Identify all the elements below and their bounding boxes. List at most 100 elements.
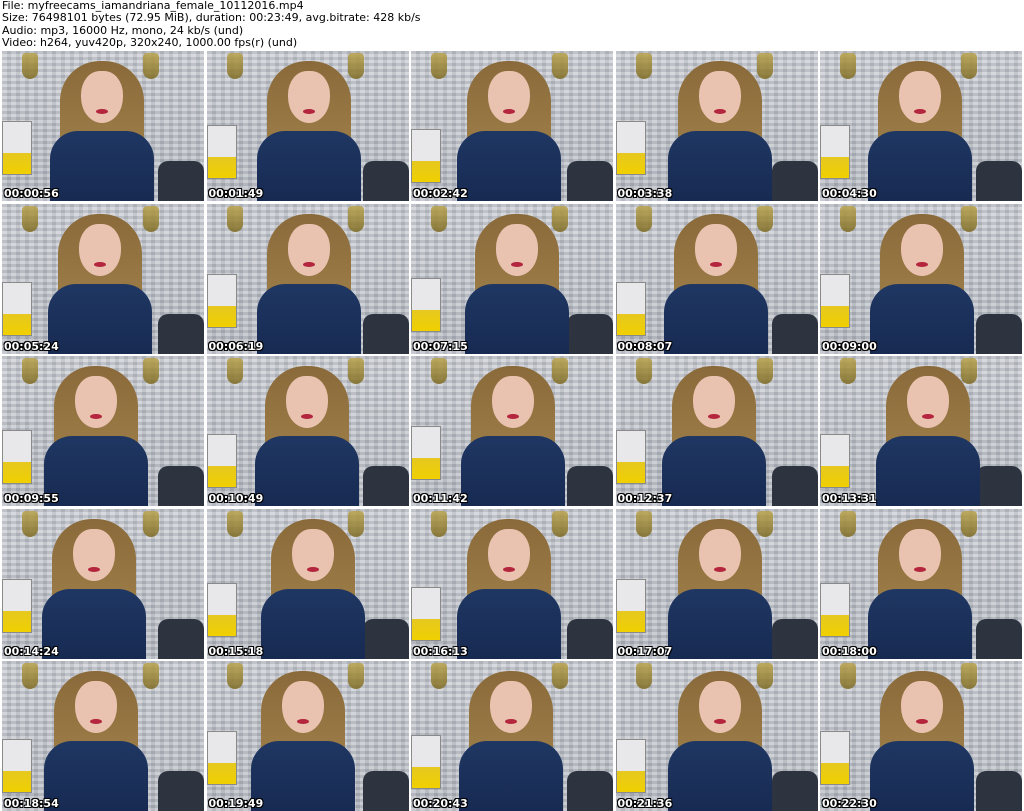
wall-lamp-icon [840,663,856,689]
chair-back [976,161,1022,201]
figure-lips [296,719,309,724]
thumbnail: 00:11:42 [411,356,613,506]
figure-lips [507,414,519,419]
wall-poster [2,739,32,793]
chair-back [567,771,613,811]
thumbnail: 00:01:49 [206,51,409,201]
wall-lamp-icon [635,205,652,232]
timestamp-label: 00:02:42 [413,187,468,200]
wall-poster [615,578,646,633]
wall-poster [820,125,850,179]
person-figure [42,671,150,811]
figure-top [661,436,766,506]
figure-top [868,588,972,659]
figure-face [285,376,328,428]
figure-top [465,283,569,354]
figure-face [901,223,943,276]
timestamp-label: 00:09:00 [822,339,877,353]
wall-lamp-icon [22,205,38,232]
chair-back [158,313,204,354]
timestamp-label: 00:18:00 [822,644,877,658]
wall-lamp-icon [22,663,38,689]
chair-back [567,466,613,506]
person-figure [660,366,768,506]
figure-face [287,71,330,123]
figure-top [457,588,561,659]
person-figure [662,213,770,354]
figure-face [899,71,941,123]
figure-face [899,528,941,581]
thumbnail: 00:18:00 [820,508,1022,659]
person-figure [255,213,363,354]
person-figure [253,366,361,506]
person-figure [48,61,156,201]
chair-back [362,466,409,506]
figure-face [287,223,330,276]
thumbnail: 00:15:18 [206,508,409,659]
chair-back [567,618,613,659]
wall-poster [615,281,646,336]
figure-top [868,131,972,201]
figure-top [48,283,152,354]
timestamp-label: 00:04:30 [822,187,877,200]
person-figure [874,366,982,506]
thumbnail: 00:21:36 [615,661,818,811]
timestamp-label: 00:22:30 [822,797,877,810]
wall-poster [411,277,441,332]
figure-lips [302,109,315,114]
person-figure [868,213,976,354]
figure-face [81,71,123,123]
person-figure [666,671,774,811]
timestamp-label: 00:16:13 [413,644,468,658]
thumbnail: 00:03:38 [615,51,818,201]
chair-back [771,466,818,506]
figure-lips [713,566,726,572]
figure-face [281,681,324,733]
person-figure [249,671,357,811]
chair-back [771,618,818,659]
figure-top [870,741,974,811]
wall-lamp-icon [635,663,652,689]
timestamp-label: 00:05:24 [4,339,59,353]
wall-lamp-icon [635,53,652,79]
timestamp-label: 00:08:07 [617,339,673,353]
figure-lips [713,719,726,724]
thumbnail: 00:13:31 [820,356,1022,506]
wall-lamp-icon [226,358,243,384]
thumbnail: 00:05:24 [2,203,204,354]
timestamp-label: 00:20:43 [413,797,468,810]
timestamp-label: 00:11:42 [413,492,468,505]
figure-lips [88,566,100,572]
figure-top [876,436,980,506]
chair-back [362,161,409,201]
figure-top [256,283,361,354]
wall-lamp-icon [431,663,447,689]
figure-top [44,436,148,506]
wall-poster [2,121,32,175]
figure-top [663,283,768,354]
figure-top [870,283,974,354]
figure-face [496,223,538,276]
chair-back [158,466,204,506]
person-figure [455,518,563,659]
figure-top [50,131,154,201]
figure-lips [503,566,515,572]
thumbnail: 00:04:30 [820,51,1022,201]
timestamp-label: 00:06:19 [208,339,264,353]
person-figure [868,671,976,811]
thumbnail: 00:20:43 [411,661,613,811]
wall-lamp-icon [22,53,38,79]
figure-lips [914,109,926,114]
figure-face [75,376,117,428]
figure-lips [90,414,102,419]
wall-poster [2,281,32,336]
chair-back [771,313,818,354]
timestamp-label: 00:12:37 [617,492,673,505]
wall-poster [206,582,237,637]
figure-lips [505,719,517,724]
timestamp-label: 00:13:31 [822,492,877,505]
figure-lips [707,414,720,419]
figure-face [490,681,532,733]
wall-poster [2,430,32,484]
person-figure [666,61,774,201]
